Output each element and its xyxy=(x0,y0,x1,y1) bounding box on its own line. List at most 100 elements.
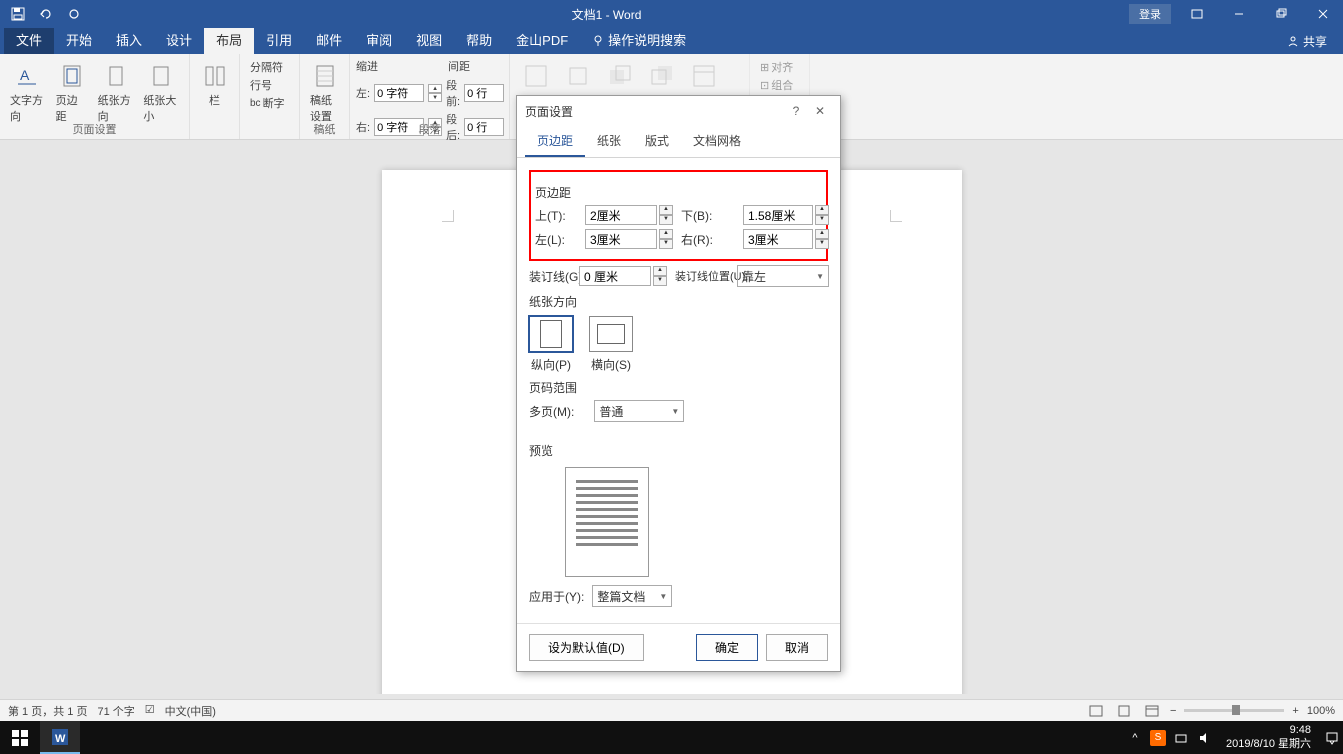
before-input[interactable] xyxy=(464,84,504,102)
share-label: 共享 xyxy=(1303,33,1327,50)
spin-down[interactable]: ▼ xyxy=(659,215,673,225)
gutter-pos-combo[interactable]: 靠左▼ xyxy=(737,265,829,287)
multipage-combo[interactable]: 普通▼ xyxy=(594,400,684,422)
start-button[interactable] xyxy=(0,721,40,754)
share-button[interactable]: 共享 xyxy=(1271,33,1343,50)
save-icon[interactable] xyxy=(8,4,28,24)
sogou-icon[interactable]: S xyxy=(1150,730,1166,746)
spin-down[interactable]: ▼ xyxy=(428,93,442,102)
group-label-gaozhi: 稿纸 xyxy=(300,121,349,137)
spin-up[interactable]: ▲ xyxy=(815,205,829,215)
ribbon-display-icon[interactable] xyxy=(1177,0,1217,28)
section-margins-title: 页边距 xyxy=(535,184,822,201)
spin-up[interactable]: ▲ xyxy=(428,84,442,93)
zoom-slider[interactable] xyxy=(1184,709,1284,712)
minimize-icon[interactable] xyxy=(1219,0,1259,28)
spellcheck-icon[interactable]: ☑ xyxy=(145,703,155,719)
tab-review[interactable]: 审阅 xyxy=(354,28,404,54)
ribbon-tabs: 文件 开始 插入 设计 布局 引用 邮件 审阅 视图 帮助 金山PDF 操作说明… xyxy=(0,28,1343,54)
clock[interactable]: 9:48 2019/8/10 星期六 xyxy=(1220,724,1317,750)
cancel-button[interactable]: 取消 xyxy=(766,634,828,661)
dialog-tab-grid[interactable]: 文档网格 xyxy=(681,126,753,157)
tab-jinshan-pdf[interactable]: 金山PDF xyxy=(504,28,580,54)
tell-me-label: 操作说明搜索 xyxy=(608,28,686,54)
word-taskbar-button[interactable]: W xyxy=(40,721,80,754)
zoom-in-icon[interactable]: + xyxy=(1292,705,1298,717)
language-status[interactable]: 中文(中国) xyxy=(165,703,216,719)
text-direction-button[interactable]: A文字方向 xyxy=(6,58,50,126)
tray-up-icon[interactable]: ^ xyxy=(1126,729,1144,747)
position-button xyxy=(516,58,556,94)
margins-highlight: 页边距 上(T): ▲▼ 下(B): ▲▼ 左(L): ▲▼ 右(R): ▲▼ xyxy=(529,170,828,261)
line-numbers-button[interactable]: 行号 xyxy=(246,76,293,94)
svg-text:A: A xyxy=(20,67,30,83)
gutter-input[interactable] xyxy=(579,266,651,286)
print-layout-icon[interactable] xyxy=(1114,703,1134,719)
dialog-tab-layout[interactable]: 版式 xyxy=(633,126,681,157)
tab-home[interactable]: 开始 xyxy=(54,28,104,54)
tab-view[interactable]: 视图 xyxy=(404,28,454,54)
section-preview-title: 预览 xyxy=(529,442,828,459)
spin-down[interactable]: ▼ xyxy=(815,239,829,249)
restore-icon[interactable] xyxy=(1261,0,1301,28)
columns-button[interactable]: 栏 xyxy=(196,58,233,110)
tab-layout[interactable]: 布局 xyxy=(204,28,254,54)
top-input[interactable] xyxy=(585,205,657,225)
spin-down[interactable]: ▼ xyxy=(659,239,673,249)
tab-design[interactable]: 设计 xyxy=(154,28,204,54)
page-status[interactable]: 第 1 页，共 1 页 xyxy=(8,703,87,719)
indent-left-input[interactable] xyxy=(374,84,424,102)
bring-forward-button xyxy=(600,58,640,94)
spin-up[interactable]: ▲ xyxy=(653,266,667,276)
gaozhi-button[interactable]: 稿纸设置 xyxy=(306,58,343,126)
selection-pane-button xyxy=(684,58,724,94)
landscape-icon xyxy=(589,316,633,352)
read-mode-icon[interactable] xyxy=(1086,703,1106,719)
titlebar: 文档1 - Word 登录 xyxy=(0,0,1343,28)
breaks-button[interactable]: 分隔符 xyxy=(246,58,293,76)
gutter-pos-label: 装订线位置(U): xyxy=(675,268,735,284)
tab-insert[interactable]: 插入 xyxy=(104,28,154,54)
tab-mailings[interactable]: 邮件 xyxy=(304,28,354,54)
hyphenation-button[interactable]: bc断字 xyxy=(246,94,293,112)
word-count[interactable]: 71 个字 xyxy=(97,703,134,719)
right-input[interactable] xyxy=(743,229,813,249)
close-icon[interactable] xyxy=(1303,0,1343,28)
set-default-button[interactable]: 设为默认值(D) xyxy=(529,634,644,661)
dialog-tab-margins[interactable]: 页边距 xyxy=(525,126,585,157)
page-setup-dialog: 页面设置 ? ✕ 页边距 纸张 版式 文档网格 页边距 上(T): ▲▼ 下(B… xyxy=(516,95,841,672)
margins-button[interactable]: 页边距 xyxy=(52,58,92,126)
left-input[interactable] xyxy=(585,229,657,249)
volume-icon[interactable] xyxy=(1196,729,1214,747)
undo-icon[interactable] xyxy=(36,4,56,24)
spin-up[interactable]: ▲ xyxy=(815,229,829,239)
ok-button[interactable]: 确定 xyxy=(696,634,758,661)
spin-up[interactable]: ▲ xyxy=(659,229,673,239)
indent-left-label: 左: xyxy=(356,85,370,101)
zoom-out-icon[interactable]: − xyxy=(1170,705,1176,717)
portrait-button[interactable]: 纵向(P) xyxy=(529,316,573,373)
tab-help[interactable]: 帮助 xyxy=(454,28,504,54)
tab-references[interactable]: 引用 xyxy=(254,28,304,54)
dialog-tab-paper[interactable]: 纸张 xyxy=(585,126,633,157)
size-button[interactable]: 纸张大小 xyxy=(139,58,183,126)
spin-down[interactable]: ▼ xyxy=(815,215,829,225)
orientation-button[interactable]: 纸张方向 xyxy=(94,58,138,126)
web-layout-icon[interactable] xyxy=(1142,703,1162,719)
zoom-level[interactable]: 100% xyxy=(1307,705,1335,717)
spin-down[interactable]: ▼ xyxy=(653,276,667,286)
login-button[interactable]: 登录 xyxy=(1129,4,1171,24)
landscape-button[interactable]: 横向(S) xyxy=(589,316,633,373)
redo-icon[interactable] xyxy=(64,4,84,24)
spin-up[interactable]: ▲ xyxy=(659,205,673,215)
tab-file[interactable]: 文件 xyxy=(4,28,54,54)
bottom-input[interactable] xyxy=(743,205,813,225)
dialog-titlebar[interactable]: 页面设置 ? ✕ xyxy=(517,96,840,126)
network-icon[interactable] xyxy=(1172,729,1190,747)
action-center-icon[interactable] xyxy=(1323,729,1341,747)
dialog-help-icon[interactable]: ? xyxy=(784,104,808,118)
tell-me[interactable]: 操作说明搜索 xyxy=(580,28,698,54)
right-label: 右(R): xyxy=(681,231,741,248)
dialog-close-icon[interactable]: ✕ xyxy=(808,104,832,118)
apply-combo[interactable]: 整篇文档▼ xyxy=(592,585,672,607)
